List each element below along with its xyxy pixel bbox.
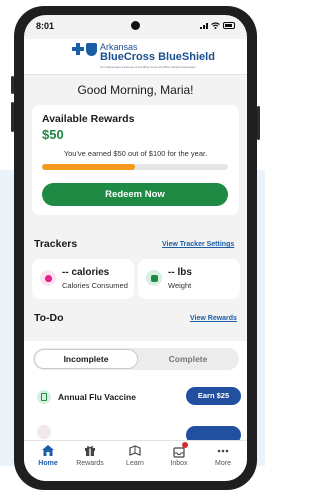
calories-value: -- calories (62, 267, 110, 278)
nav-rewards-label: Rewards (76, 460, 104, 467)
nav-home-label: Home (38, 460, 58, 467)
weight-value: -- lbs (168, 267, 192, 278)
nav-inbox[interactable]: Inbox (159, 442, 199, 467)
phone-volume-button (11, 102, 14, 132)
home-icon (42, 445, 54, 456)
earn-button[interactable]: Earn $25 (186, 387, 241, 405)
shield-logo-icon (86, 43, 97, 56)
nav-more[interactable]: More (203, 445, 243, 467)
calories-label: Calories Consumed (62, 281, 128, 290)
tracker-card-weight[interactable]: -- lbs Weight (138, 259, 240, 299)
todo-item[interactable]: Annual Flu Vaccine Earn $25 (24, 386, 247, 410)
view-rewards-link[interactable]: View Rewards (190, 315, 237, 322)
rewards-amount: $50 (42, 127, 64, 142)
brand-licensee-text: An Independent Licensee of the Blue Cros… (100, 65, 196, 69)
status-icons (200, 22, 235, 29)
tab-complete[interactable]: Complete (138, 349, 238, 369)
nav-learn[interactable]: Learn (115, 445, 155, 467)
greeting-text: Good Morning, Maria! (77, 83, 194, 97)
rewards-progress-fill (42, 164, 135, 170)
rewards-card: Available Rewards $50 You've earned $50 … (32, 105, 239, 215)
todo-item-label: Annual Flu Vaccine (58, 392, 136, 402)
status-time: 8:01 (36, 21, 55, 31)
trackers-heading: Trackers (34, 238, 78, 250)
redeem-now-button[interactable]: Redeem Now (42, 183, 228, 206)
rewards-progress-bar (42, 164, 228, 170)
view-tracker-settings-link[interactable]: View Tracker Settings (162, 241, 234, 248)
rewards-earned-text: You've earned $50 out of $100 for the ye… (63, 149, 208, 158)
nav-inbox-label: Inbox (170, 460, 188, 467)
learn-icon (129, 445, 141, 456)
battery-icon (223, 22, 235, 29)
cross-logo-icon (72, 43, 84, 55)
inbox-icon (173, 442, 188, 458)
todo-tab-toggle: Incomplete Complete (33, 348, 239, 370)
app-header: Arkansas BlueCross BlueShield An Indepen… (24, 39, 247, 75)
weight-label: Weight (168, 281, 192, 290)
phone-power-button (257, 106, 260, 140)
nav-home[interactable]: Home (28, 445, 68, 467)
nav-learn-label: Learn (126, 460, 144, 467)
wifi-icon (211, 22, 220, 29)
bcbs-logo (72, 43, 97, 56)
inbox-badge (182, 442, 188, 448)
status-bar: 8:01 (24, 15, 247, 41)
scale-icon (146, 270, 162, 286)
gift-icon (85, 446, 95, 456)
tracker-card-calories[interactable]: -- calories Calories Consumed (32, 259, 134, 299)
signal-icon (200, 22, 208, 29)
nav-rewards[interactable]: Rewards (70, 445, 110, 467)
tab-incomplete[interactable]: Incomplete (34, 349, 138, 369)
todo-item-icon (37, 425, 51, 439)
todo-heading: To-Do (34, 312, 64, 324)
clipboard-icon (37, 390, 51, 404)
brand-name: BlueCross BlueShield (100, 51, 215, 63)
apple-icon (40, 270, 56, 286)
bottom-nav: Home Rewards Learn Inbox More (24, 440, 247, 481)
todo-panel: Incomplete Complete Annual Flu Vaccine E… (24, 341, 247, 447)
more-icon (217, 449, 229, 453)
nav-more-label: More (215, 460, 231, 467)
rewards-title: Available Rewards (42, 113, 135, 125)
phone-screen: 8:01 Arkansas BlueCross BlueShield An In… (24, 15, 247, 481)
app-screenshot: 8:01 Arkansas BlueCross BlueShield An In… (0, 0, 265, 496)
phone-side-button (11, 76, 14, 94)
